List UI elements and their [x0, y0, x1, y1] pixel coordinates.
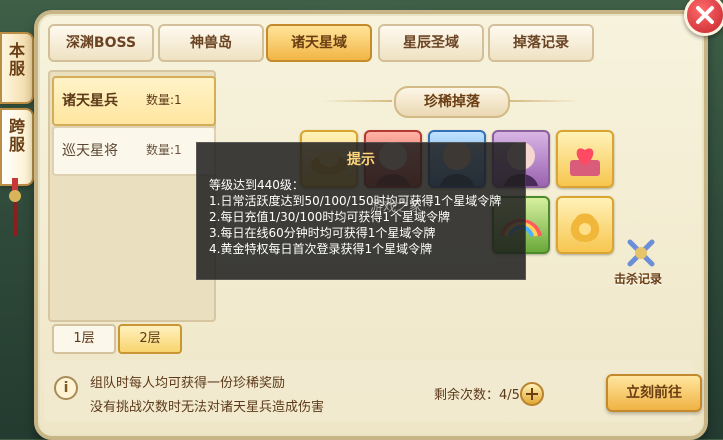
boss-list-item[interactable]: 巡天星将 数量:1 — [52, 126, 216, 176]
remaining-attempts: 剩余次数：4/5 — [434, 388, 520, 403]
add-attempts-button[interactable] — [520, 382, 544, 406]
tooltip-line: 1.日常活跃度达到50/100/150时均可获得1个星域令牌 — [209, 194, 502, 208]
tassel-ornament-icon — [9, 178, 21, 236]
title-divider-right — [510, 100, 580, 102]
tab-divine-beast-island[interactable]: 神兽岛 — [158, 24, 264, 62]
boss-name: 巡天星将 — [62, 143, 118, 159]
heart-chest-icon — [570, 148, 600, 176]
kill-record-label: 击杀记录 — [614, 272, 663, 286]
tooltip-line: 2.每日充值1/30/100时均可获得1个星域令牌 — [209, 210, 450, 224]
tooltip-title: 提示 — [347, 152, 375, 168]
boss-quantity: 数量:1 — [146, 93, 182, 107]
info-icon: i — [54, 376, 78, 400]
floor-1-button[interactable]: 1层 — [52, 324, 116, 354]
tab-drop-record[interactable]: 掉落记录 — [488, 24, 594, 62]
tab-star-sanctum[interactable]: 星辰圣域 — [378, 24, 484, 62]
boss-name: 诸天星兵 — [62, 93, 118, 109]
crossed-swords-icon — [627, 239, 655, 267]
drop-item-slot[interactable] — [556, 130, 614, 188]
side-tab-cross[interactable]: 跨服 — [0, 108, 34, 186]
info-line: 没有挑战次数时无法对诸天星兵造成伤害 — [90, 400, 325, 415]
boss-quantity: 数量:1 — [146, 143, 182, 157]
tooltip-content: 等级达到440级： 1.日常活跃度达到50/100/150时均可获得1个星域令牌… — [209, 177, 513, 257]
watermark: 游戏之家 — [370, 200, 423, 215]
tooltip-popup: 提示 等级达到440级： 1.日常活跃度达到50/100/150时均可获得1个星… — [196, 142, 526, 280]
drop-item-slot[interactable] — [556, 196, 614, 254]
money-bag-icon — [570, 213, 600, 242]
side-tab-cross-label: 跨服 — [8, 117, 25, 154]
side-tab-local[interactable]: 本服 — [0, 32, 34, 104]
info-line: 组队时每人均可获得一份珍稀奖励 — [90, 376, 286, 391]
rare-drops-title: 珍稀掉落 — [394, 86, 510, 118]
boss-list-item[interactable]: 诸天星兵 数量:1 — [52, 76, 216, 126]
go-now-button[interactable]: 立刻前往 — [606, 374, 702, 412]
tab-zhutian-star-domain[interactable]: 诸天星域 — [266, 24, 372, 62]
title-divider-left — [322, 100, 392, 102]
boss-list: 诸天星兵 数量:1 巡天星将 数量:1 — [48, 70, 216, 322]
floor-2-button[interactable]: 2层 — [118, 324, 182, 354]
kill-record-button[interactable]: 击杀记录 — [612, 236, 670, 288]
side-tab-local-label: 本服 — [8, 41, 25, 78]
tooltip-line: 4.黄金特权每日首次登录获得1个星域令牌 — [209, 242, 433, 256]
bottom-info-bar: i 组队时每人均可获得一份珍稀奖励 没有挑战次数时无法对诸天星兵造成伤害 剩余次… — [44, 360, 702, 422]
tab-abyss-boss[interactable]: 深渊BOSS — [48, 24, 154, 62]
tooltip-line: 3.每日在线60分钟时均可获得1个星域令牌 — [209, 226, 436, 240]
close-icon — [696, 6, 714, 24]
tooltip-line: 等级达到440级： — [209, 178, 304, 192]
